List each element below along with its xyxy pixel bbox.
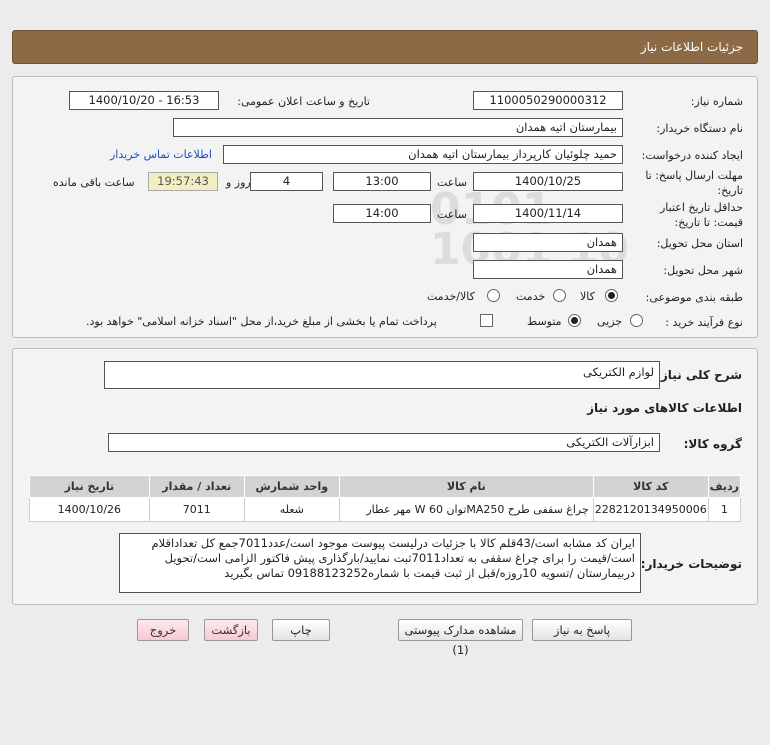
announce-datetime-label: تاریخ و ساعت اعلان عمومی:	[237, 95, 370, 108]
category-radio-goods-service[interactable]	[487, 289, 500, 302]
reply-deadline-label: مهلت ارسال پاسخ: تا تاریخ:	[645, 169, 743, 197]
day-and-label: روز و	[226, 176, 251, 189]
reply-date-field: 1400/10/25	[473, 172, 623, 191]
need-number-label: شماره نیاز:	[690, 95, 743, 108]
col-qty-header: تعداد / مقدار	[148, 475, 245, 498]
city-field: همدان	[473, 260, 623, 279]
page-header: جزئیات اطلاعات نیاز	[12, 30, 758, 64]
category-goods-service-label: کالا/خدمت	[427, 290, 475, 303]
buyer-org-label: نام دستگاه خریدار:	[656, 122, 743, 135]
buyer-notes-label: توضیحات خریدار:	[640, 557, 742, 571]
category-service-label: خدمت	[516, 290, 546, 303]
category-radio-service[interactable]	[553, 289, 566, 302]
cell-unit: شعله	[243, 497, 340, 522]
contact-buyer-link[interactable]: اطلاعات تماس خریدار	[110, 148, 212, 161]
process-minor-label: جزیی	[597, 315, 623, 328]
process-radio-minor[interactable]	[630, 314, 643, 327]
general-desc-field: لوازم الکتریکی	[104, 361, 660, 389]
category-radio-goods[interactable]	[605, 289, 618, 302]
treasury-checkbox[interactable]	[480, 314, 493, 327]
col-name-header: نام کالا	[338, 475, 594, 498]
exit-button[interactable]: خروج	[137, 619, 189, 641]
col-row-header: ردیف	[707, 475, 742, 498]
process-type-label: نوع فرآیند خرید :	[665, 316, 743, 329]
time-left-timer: 19:57:43	[148, 172, 218, 191]
cell-row: 1	[707, 497, 742, 522]
reply-hour-label: ساعت	[437, 176, 467, 189]
goods-info-title: اطلاعات کالاهای مورد نیاز	[587, 401, 742, 415]
goods-table: ردیف کد کالا نام کالا واحد شمارش تعداد /…	[29, 475, 742, 522]
cell-date: 1400/10/26	[29, 497, 150, 522]
requester-field: حمید چلوئیان کارپرداز بیمارستان اتیه همد…	[223, 145, 623, 164]
validity-time-field: 14:00	[333, 204, 431, 223]
need-number-field: 1100050290000312	[473, 91, 623, 110]
cell-code: 2282120134950006	[592, 497, 709, 522]
cell-qty: 7011	[148, 497, 245, 522]
days-left-field: 4	[250, 172, 323, 191]
reply-button[interactable]: پاسخ به نیاز	[532, 619, 632, 641]
process-radio-medium[interactable]	[568, 314, 581, 327]
buyer-org-field: بیمارستان اتیه همدان	[173, 118, 623, 137]
province-field: همدان	[473, 233, 623, 252]
price-validity-label: حداقل تاریخ اعتبار قیمت: تا تاریخ:	[659, 201, 743, 229]
goods-group-field: ابزارآلات الکتریکی	[108, 433, 660, 452]
table-row: 1 2282120134950006 چراغ سقفی طرح MA250تو…	[29, 497, 742, 522]
requester-label: ایجاد کننده درخواست:	[641, 149, 743, 162]
col-unit-header: واحد شمارش	[243, 475, 340, 498]
city-label: شهر محل تحویل:	[663, 264, 743, 277]
col-date-header: تاریخ نیاز	[29, 475, 150, 498]
announce-datetime-field: 1400/10/20 - 16:53	[69, 91, 219, 110]
view-attachments-button[interactable]: مشاهده مدارک پیوستی (1)	[398, 619, 523, 657]
treasury-note: پرداخت تمام یا بخشی از مبلغ خرید،از محل …	[86, 315, 437, 328]
process-medium-label: متوسط	[527, 315, 562, 328]
reply-time-field: 13:00	[333, 172, 431, 191]
back-button[interactable]: بازگشت	[204, 619, 258, 641]
page-title: جزئیات اطلاعات نیاز	[640, 40, 743, 54]
validity-hour-label: ساعت	[437, 208, 467, 221]
buyer-notes-field: ایران کد مشابه است/43قلم کالا با جزئیات …	[119, 533, 641, 593]
province-label: استان محل تحویل:	[656, 237, 743, 250]
remaining-label: ساعت باقی مانده	[53, 176, 135, 189]
validity-date-field: 1400/11/14	[473, 204, 623, 223]
category-goods-label: کالا	[580, 290, 595, 303]
print-button[interactable]: چاپ	[272, 619, 330, 641]
col-code-header: کد کالا	[592, 475, 709, 498]
table-header-row: ردیف کد کالا نام کالا واحد شمارش تعداد /…	[29, 475, 742, 498]
cell-name: چراغ سقفی طرح MA250توان 60 W مهر عطار	[338, 497, 594, 522]
general-desc-label: شرح کلی نیاز:	[656, 368, 742, 382]
goods-group-label: گروه کالا:	[683, 437, 742, 451]
category-label: طبقه بندی موضوعی:	[645, 291, 743, 304]
